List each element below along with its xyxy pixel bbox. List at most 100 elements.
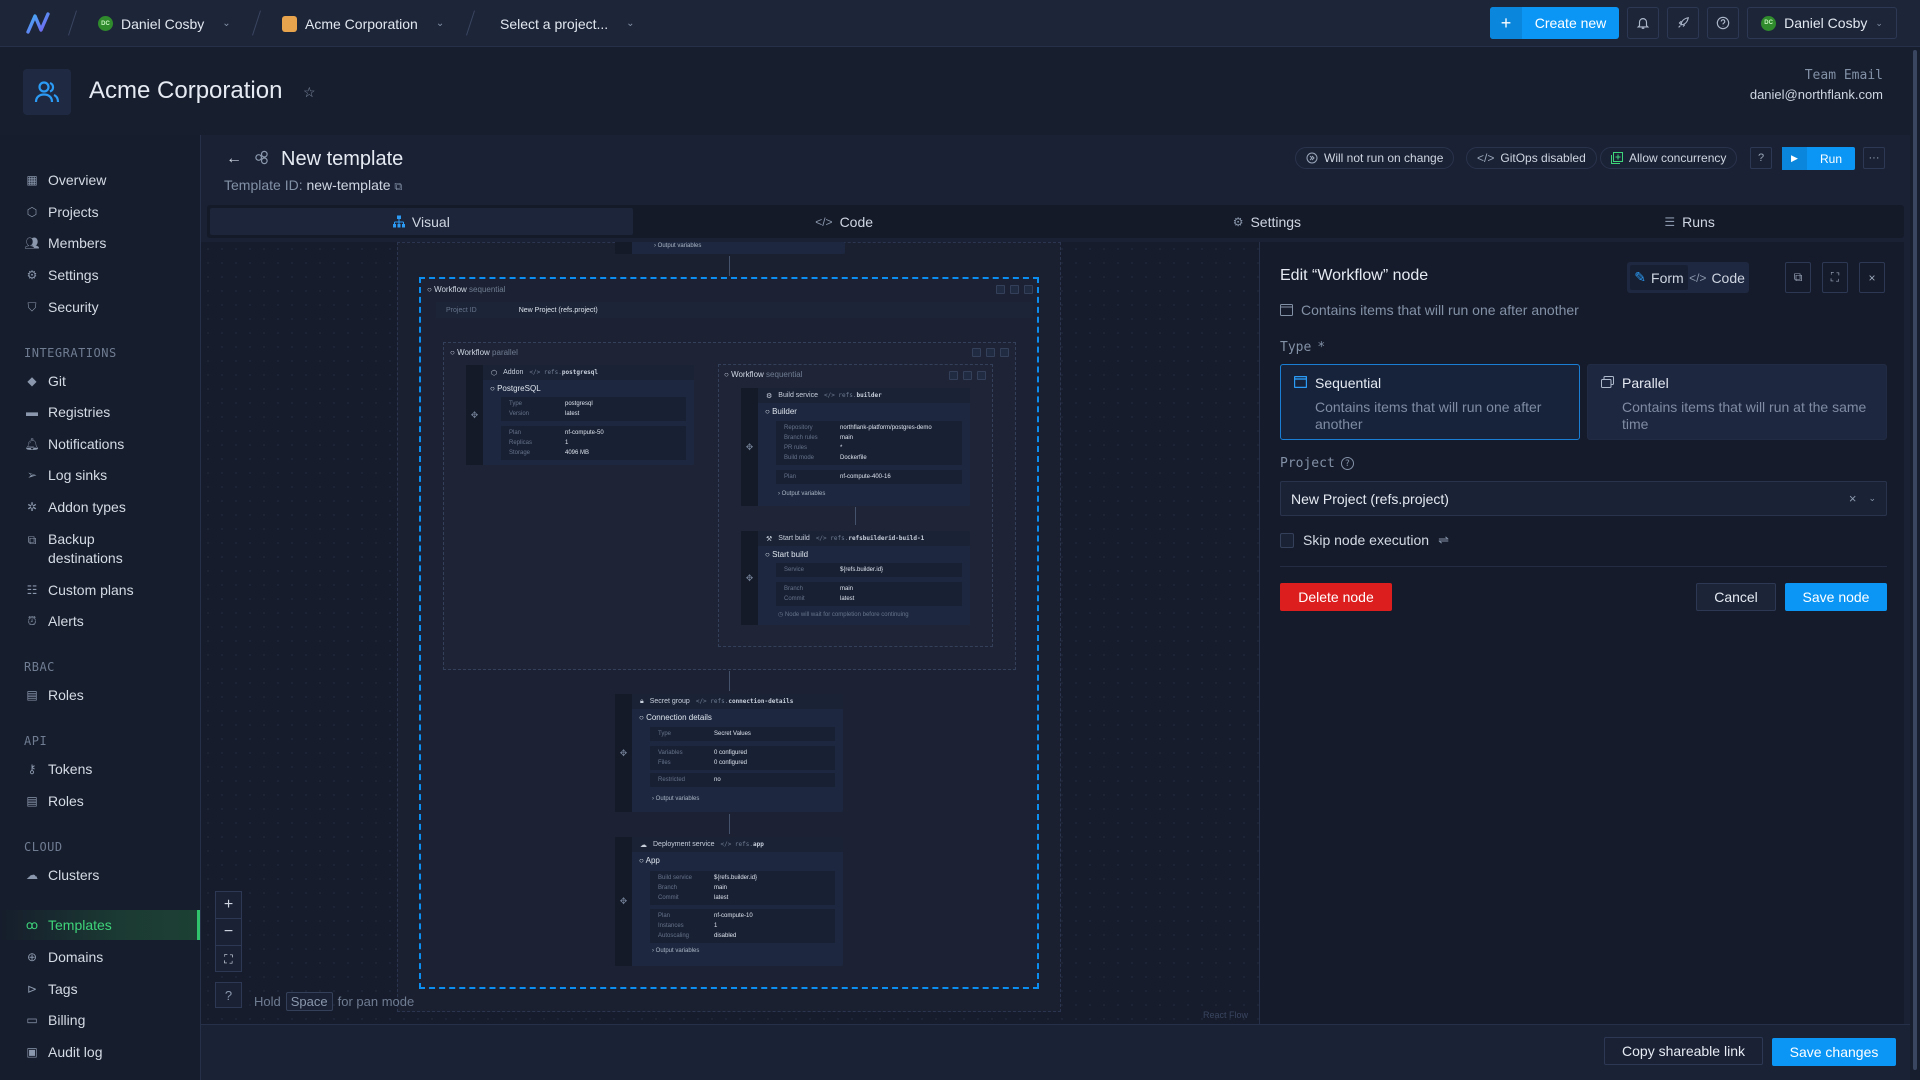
- drag-handle[interactable]: ✥: [741, 388, 758, 506]
- addon-node[interactable]: ✥ ⬡ Addon </> refs.postgresql ○ PostgreSQL…: [466, 365, 694, 465]
- scrollbar-thumb[interactable]: [1913, 50, 1917, 1070]
- mode-form-button[interactable]: ✎ Form: [1630, 265, 1688, 290]
- node-edit-icon[interactable]: [963, 371, 972, 380]
- drag-handle[interactable]: ✥: [615, 694, 632, 812]
- tab-runs[interactable]: ☰ Runs: [1478, 208, 1901, 235]
- clear-icon[interactable]: ×: [1849, 491, 1857, 506]
- node-delete-icon[interactable]: [1024, 285, 1033, 294]
- sidebar-item-settings[interactable]: ⚙ Settings: [0, 260, 200, 290]
- more-options-button[interactable]: ···: [1863, 147, 1885, 169]
- help-button[interactable]: [1707, 7, 1739, 39]
- sidebar-item-roles[interactable]: ▤ Roles: [0, 786, 200, 816]
- sidebar-item-git[interactable]: ◆ Git: [0, 366, 200, 396]
- delete-node-button[interactable]: Delete node: [1280, 583, 1392, 611]
- builder-plan-props: Plan nf-compute-400-16: [776, 470, 962, 484]
- sidebar-item-tokens[interactable]: ⚷ Tokens: [0, 754, 200, 784]
- cancel-button[interactable]: Cancel: [1696, 583, 1776, 611]
- help-icon[interactable]: ?: [1340, 457, 1354, 470]
- tab-visual[interactable]: Visual: [210, 208, 633, 235]
- node-edit-icon[interactable]: [986, 348, 995, 357]
- sidebar-item-tags[interactable]: ⊳ Tags: [0, 974, 200, 1004]
- secret-group-node[interactable]: ✥ 🔒︎ Secret group </> refs.connection-deta…: [615, 694, 843, 812]
- deploy-rocket-button[interactable]: [1667, 7, 1699, 39]
- property-row: Plan nf-compute-50: [509, 428, 678, 438]
- mode-code-button[interactable]: </> Code: [1688, 265, 1746, 290]
- project-switcher[interactable]: Select a project... ⌄: [500, 0, 635, 47]
- concurrency-plus-icon: [1611, 152, 1623, 164]
- start-build-node[interactable]: ✥ ⚒ Start build </> refs.refsbuilderid-bui…: [741, 531, 970, 625]
- output-variables-toggle[interactable]: › Output variables: [654, 243, 701, 249]
- gitops-badge[interactable]: </> GitOps disabled: [1466, 147, 1597, 169]
- window-icon: [1280, 304, 1293, 316]
- output-variables-toggle[interactable]: › Output variables: [652, 948, 699, 954]
- node-edit-icon[interactable]: [1010, 285, 1019, 294]
- sidebar-item-audit-log[interactable]: ▣ Audit log: [0, 1037, 200, 1067]
- tab-code[interactable]: </> Code: [633, 208, 1056, 235]
- page-scrollbar[interactable]: [1910, 48, 1920, 1080]
- sidebar-item-alerts[interactable]: ⏰︎ Alerts: [0, 606, 200, 636]
- concurrency-badge[interactable]: Allow concurrency: [1600, 147, 1738, 169]
- duplicate-node-button[interactable]: ⧉: [1785, 262, 1811, 293]
- save-node-button[interactable]: Save node: [1785, 583, 1887, 611]
- account-menu[interactable]: DC Daniel Cosby ⌄: [1747, 7, 1897, 39]
- fit-view-button[interactable]: ⛶: [216, 946, 241, 973]
- property-row: Replicas 1: [509, 438, 678, 448]
- sidebar-item-custom-plans[interactable]: ☷ Custom plans: [0, 575, 200, 605]
- sidebar-item-label: Notifications: [48, 436, 125, 452]
- northflank-logo-icon[interactable]: [26, 12, 52, 34]
- favorite-star-icon[interactable]: ☆: [303, 84, 316, 101]
- sidebar-item-domains[interactable]: ⊕ Domains: [0, 942, 200, 972]
- skip-node-checkbox[interactable]: [1280, 532, 1294, 548]
- sidebar-item-notifications[interactable]: 🔔︎ Notifications: [0, 429, 200, 459]
- build-service-node[interactable]: ✥ ⚙ Build service </> refs.builder ○ Build…: [741, 388, 970, 506]
- run-on-change-badge[interactable]: Will not run on change: [1295, 147, 1455, 169]
- drag-handle[interactable]: ✥: [741, 531, 758, 625]
- sidebar-item-log-sinks[interactable]: ➢ Log sinks: [0, 460, 200, 490]
- save-changes-button[interactable]: Save changes: [1772, 1038, 1896, 1066]
- user-switcher[interactable]: DC Daniel Cosby ⌄: [98, 0, 231, 47]
- sidebar-item-registries[interactable]: ▬ Registries: [0, 397, 200, 427]
- drag-handle[interactable]: ✥: [615, 837, 632, 966]
- sidebar-item-security[interactable]: ⛉ Security: [0, 292, 200, 322]
- sidebar-item-roles[interactable]: ▤ Roles: [0, 680, 200, 710]
- sidebar-item-billing[interactable]: ▭ Billing: [0, 1005, 200, 1035]
- node-collapse-icon[interactable]: [996, 285, 1005, 294]
- project-select[interactable]: New Project (refs.project) × ⌄: [1280, 481, 1887, 516]
- node-collapse-icon[interactable]: [972, 348, 981, 357]
- notifications-button[interactable]: [1627, 7, 1659, 39]
- template-help-button[interactable]: ?: [1750, 147, 1772, 169]
- sidebar-item-addon-types[interactable]: ✲ Addon types: [0, 492, 200, 522]
- run-button[interactable]: ▶ Run: [1782, 147, 1855, 170]
- drag-handle[interactable]: ✥: [466, 365, 483, 465]
- cube-icon: ⬡: [26, 205, 38, 219]
- user-name: Daniel Cosby: [121, 15, 205, 32]
- drag-handle[interactable]: [615, 242, 632, 254]
- type-option-parallel[interactable]: Parallel Contains items that will run at…: [1587, 364, 1887, 440]
- type-option-sequential[interactable]: Sequential Contains items that will run …: [1280, 364, 1580, 440]
- sidebar-item-templates[interactable]: ꝏ Templates: [0, 910, 200, 940]
- close-panel-button[interactable]: ×: [1859, 262, 1885, 293]
- back-arrow-icon[interactable]: ←: [226, 150, 242, 168]
- create-new-button[interactable]: + Create new: [1490, 7, 1619, 39]
- zoom-out-button[interactable]: −: [216, 919, 241, 946]
- tab-settings[interactable]: ⚙ Settings: [1056, 208, 1479, 235]
- node-delete-icon[interactable]: [977, 371, 986, 380]
- zoom-in-button[interactable]: +: [216, 892, 241, 919]
- team-switcher[interactable]: Acme Corporation ⌄: [282, 0, 444, 47]
- sidebar-item-overview[interactable]: ▦ Overview: [0, 165, 200, 195]
- node-collapse-icon[interactable]: [949, 371, 958, 380]
- output-variables-toggle[interactable]: › Output variables: [652, 796, 699, 802]
- node-delete-icon[interactable]: [1000, 348, 1009, 357]
- copy-shareable-link-button[interactable]: Copy shareable link: [1604, 1037, 1763, 1065]
- copy-icon[interactable]: ⧉: [394, 181, 402, 193]
- previous-node[interactable]: › Output variables: [615, 242, 845, 254]
- canvas-help-button[interactable]: ?: [215, 982, 242, 1008]
- output-variables-toggle[interactable]: › Output variables: [778, 491, 825, 497]
- expand-panel-button[interactable]: ⛶: [1822, 262, 1848, 293]
- sidebar-item-clusters[interactable]: ☁ Clusters: [0, 860, 200, 890]
- sidebar-item-projects[interactable]: ⬡ Projects: [0, 197, 200, 227]
- deployment-service-node[interactable]: ✥ ☁ Deployment service </> refs.app ○ App …: [615, 837, 843, 966]
- sidebar-item-members[interactable]: 👥︎ Members: [0, 228, 200, 258]
- sidebar-item-backup-destinations[interactable]: ⧉ Backup destinations: [0, 530, 200, 574]
- react-flow-attribution[interactable]: React Flow: [1203, 1010, 1248, 1020]
